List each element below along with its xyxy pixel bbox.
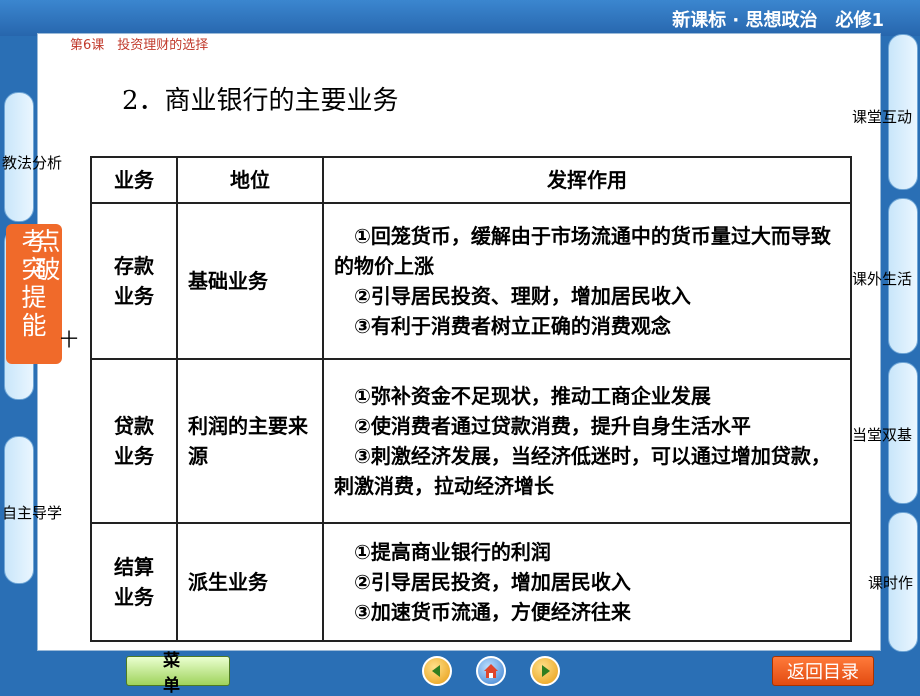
table-row: 结算 业务 派生业务 ①提高商业银行的利润 ②引导居民投资，增加居民收入 ③加速… (90, 522, 852, 642)
kaodian-char: 能 (21, 311, 47, 340)
effect-item: ①提高商业银行的利润 (354, 540, 551, 564)
row-position: 基础业务 (176, 202, 324, 360)
arrow-right-icon (542, 665, 550, 677)
effect-item: ③刺激经济发展，当经济低迷时，可以通过增加贷款，刺激消费，拉动经济增长 (334, 444, 831, 498)
menu-button[interactable]: 菜单 (126, 651, 230, 696)
business-name: 贷款 (114, 414, 154, 438)
header-effect: 发挥作用 (322, 156, 852, 204)
row-effects: ①弥补资金不足现状，推动工商企业发展 ②使消费者通过贷款消费，提升自身生活水平 … (322, 358, 852, 524)
next-button[interactable] (530, 656, 560, 686)
home-button[interactable] (476, 656, 506, 686)
kaodian-char: 破 (35, 255, 61, 284)
nav-label-dangtang[interactable]: 当堂双基 (852, 424, 912, 445)
nav-label-jiaofa[interactable]: 教法分析 (2, 152, 62, 173)
nav-label-ketang[interactable]: 课堂互动 (852, 106, 912, 127)
nav-tab-kaodian[interactable]: 考 点 突 破 提 能 (6, 224, 62, 364)
row-business: 存款 业务 (90, 202, 178, 360)
effect-item: ②使消费者通过贷款消费，提升自身生活水平 (354, 414, 751, 438)
row-position: 利润的主要来源 (176, 358, 324, 524)
table-row: 贷款 业务 利润的主要来源 ①弥补资金不足现状，推动工商企业发展 ②使消费者通过… (90, 358, 852, 524)
effect-item: ③加速货币流通，方便经济往来 (354, 600, 631, 624)
row-effects: ①回笼货币，缓解由于市场流通中的货币量过大而导致的物价上涨 ②引导居民投资、理财… (322, 202, 852, 360)
table-row: 存款 业务 基础业务 ①回笼货币，缓解由于市场流通中的货币量过大而导致的物价上涨… (90, 202, 852, 360)
arrow-left-icon (432, 665, 440, 677)
nav-label-keshi[interactable]: 课时作 (868, 572, 913, 593)
header-position: 地位 (176, 156, 324, 204)
effect-item: ②引导居民投资，增加居民收入 (354, 570, 631, 594)
home-icon (484, 664, 498, 678)
effect-item: ①弥补资金不足现状，推动工商企业发展 (354, 384, 711, 408)
effect-item: ③有利于消费者树立正确的消费观念 (354, 314, 671, 338)
section-title: 2．商业银行的主要业务 (122, 86, 399, 116)
business-name: 存款 (114, 254, 154, 278)
business-table: 业务 地位 发挥作用 存款 业务 基础业务 ①回笼货币，缓解由于市场流通中的货币… (90, 156, 852, 642)
row-business: 贷款 业务 (90, 358, 178, 524)
row-business: 结算 业务 (90, 522, 178, 642)
plus-icon: 十 (60, 330, 78, 351)
back-to-contents-button[interactable]: 返回目录 (772, 656, 874, 686)
table-header-row: 业务 地位 发挥作用 (90, 156, 852, 204)
kaodian-char: 点 (35, 227, 61, 256)
prev-button[interactable] (422, 656, 452, 686)
top-bar: 新课标 · 思想政治 必修1 (0, 0, 920, 36)
business-name: 业务 (114, 444, 154, 468)
header-business: 业务 (90, 156, 178, 204)
row-effects: ①提高商业银行的利润 ②引导居民投资，增加居民收入 ③加速货币流通，方便经济往来 (322, 522, 852, 642)
business-name: 业务 (114, 585, 154, 609)
nav-label-kewai[interactable]: 课外生活 (852, 268, 912, 289)
row-position: 派生业务 (176, 522, 324, 642)
kaodian-char: 提 (21, 283, 47, 312)
effect-item: ②引导居民投资、理财，增加居民收入 (354, 284, 691, 308)
effect-item: ①回笼货币，缓解由于市场流通中的货币量过大而导致的物价上涨 (334, 224, 831, 278)
nav-label-zizhu[interactable]: 自主导学 (2, 502, 62, 523)
business-name: 业务 (114, 284, 154, 308)
course-title: 第6课 投资理财的选择 (70, 38, 209, 53)
brand-title: 新课标 · 思想政治 必修1 (672, 10, 884, 31)
business-name: 结算 (114, 555, 154, 579)
